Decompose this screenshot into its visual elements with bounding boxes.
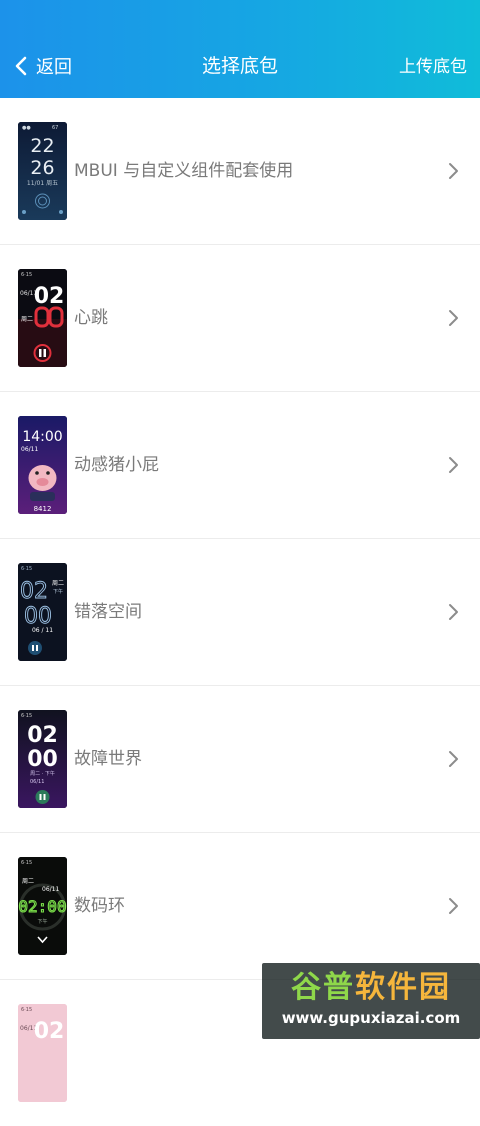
package-label: MBUI 与自定义组件配套使用 [74, 161, 294, 181]
svg-text:6·15: 6·15 [21, 713, 32, 719]
thumb-date: 11/01 周五 [27, 180, 58, 187]
thumb-day: 周二 [21, 316, 33, 323]
thumb-time: 02 [34, 284, 65, 309]
svg-text:6·15: 6·15 [21, 566, 32, 572]
package-thumbnail: 14:00 06/11 8412 [18, 416, 67, 514]
thumb-time-top: 22 [30, 135, 54, 157]
package-thumbnail: 6·15 06/11 02 [18, 1004, 67, 1102]
chevron-right-icon [449, 751, 458, 767]
thumb-time-bottom: 00 [24, 604, 52, 629]
svg-text:67: 67 [52, 125, 58, 131]
thumb-date: 06/11 [42, 886, 59, 893]
thumb-time-bottom: 00 [27, 747, 58, 772]
package-label: 数码环 [74, 896, 125, 916]
package-thumbnail: 6·15 06/11 02 周二 [18, 269, 67, 367]
package-item-staggered-space[interactable]: 6·15 02 00 周二 下午 06 / 11 错落空间 [0, 539, 480, 686]
chevron-right-icon [449, 310, 458, 326]
thumb-time: 02:00 [18, 897, 66, 916]
thumb-time-bottom: 26 [30, 157, 54, 179]
package-label: 心跳 [74, 308, 108, 328]
svg-text:6·15: 6·15 [21, 1007, 32, 1013]
watermark-logo-part2: 软件园 [355, 970, 451, 1005]
watermark-logo: 谷普软件园 [262, 969, 480, 1007]
package-thumbnail: ●● 67 22 26 11/01 周五 [18, 122, 67, 220]
package-label: 动感猪小屁 [74, 455, 159, 475]
thumb-day: 周二 [52, 580, 64, 587]
thumb-time-top: 02 [27, 723, 58, 748]
chevron-right-icon [449, 898, 458, 914]
package-label: 故障世界 [74, 749, 142, 769]
upload-package-button[interactable]: 上传底包 [399, 54, 467, 80]
package-item-heartbeat[interactable]: 6·15 06/11 02 周二 心跳 [0, 245, 480, 392]
svg-text:6·15: 6·15 [21, 860, 32, 866]
thumb-time-top: 02 [20, 579, 48, 604]
package-item-glitch-world[interactable]: 6·15 02 00 周二 · 下午 06/11 故障世界 [0, 686, 480, 833]
svg-text:6·15: 6·15 [21, 272, 32, 278]
package-item-digital-ring[interactable]: 6·15 周二 06/11 02:00 下午 数码环 [0, 833, 480, 980]
thumb-date: 06/11 [30, 779, 44, 785]
chevron-right-icon [449, 604, 458, 620]
package-thumbnail: 6·15 周二 06/11 02:00 下午 [18, 857, 67, 955]
chevron-right-icon [449, 163, 458, 179]
watermark-logo-part1: 谷普 [291, 970, 355, 1005]
thumb-ampm: 下午 [37, 918, 47, 925]
thumb-day: 周二 [22, 878, 34, 885]
thumb-time: 02 [34, 1019, 65, 1044]
chevron-right-icon [449, 457, 458, 473]
thumb-date: 06/11 [21, 446, 38, 453]
package-thumbnail: 6·15 02 00 周二 下午 06 / 11 [18, 563, 67, 661]
thumb-date: 06 / 11 [32, 627, 53, 634]
thumb-ampm: 下午 [53, 588, 63, 595]
watermark-url: www.gupuxiazai.com [281, 1009, 461, 1027]
package-thumbnail: 6·15 02 00 周二 · 下午 06/11 [18, 710, 67, 808]
thumb-time: 14:00 [22, 429, 62, 445]
thumb-day: 周二 · 下午 [30, 770, 55, 777]
app-header: 返回 选择底包 上传底包 [0, 0, 480, 98]
package-item-pig[interactable]: 14:00 06/11 8412 动感猪小屁 [0, 392, 480, 539]
thumb-steps: 8412 [34, 505, 52, 513]
site-watermark: 谷普软件园 www.gupuxiazai.com [262, 963, 480, 1039]
package-item-mbui[interactable]: ●● 67 22 26 11/01 周五 MBUI 与自定义组件配套使用 [0, 98, 480, 245]
svg-text:●●: ●● [22, 125, 31, 131]
package-label: 错落空间 [74, 602, 142, 622]
